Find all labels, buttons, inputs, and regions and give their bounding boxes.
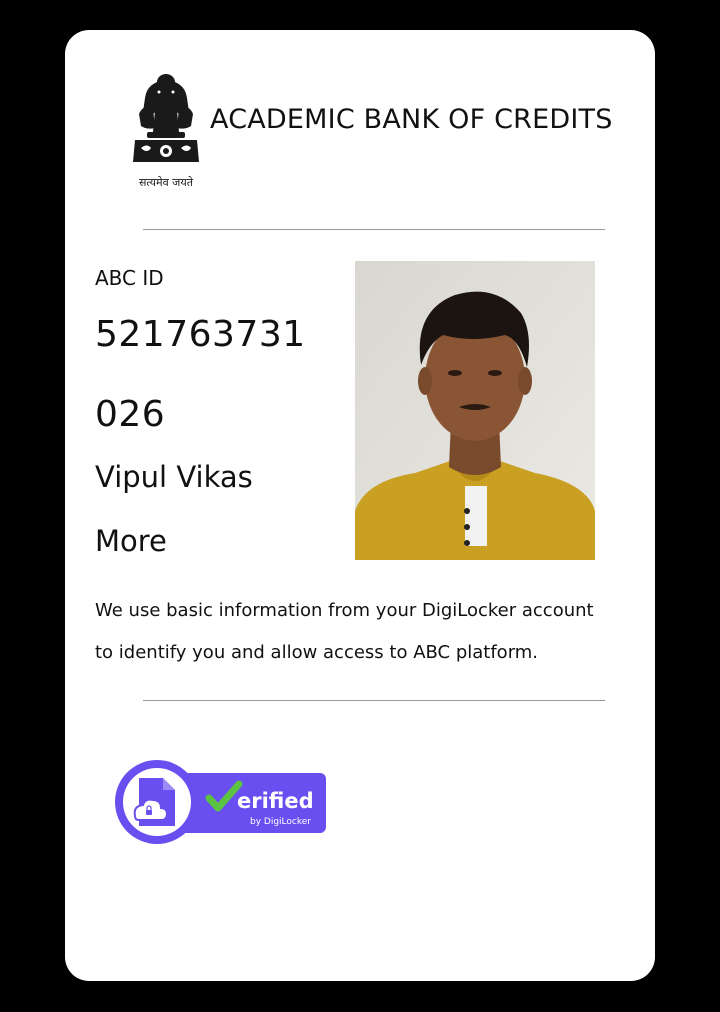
- digilocker-cloud-document-icon: [133, 778, 175, 826]
- abc-id-value-line-1: 521763731: [95, 314, 306, 355]
- info-line-1: We use basic information from your DigiL…: [95, 600, 594, 621]
- info-text: We use basic information from your DigiL…: [95, 590, 635, 674]
- abc-id-label: ABC ID: [95, 266, 164, 290]
- page-title: ACADEMIC BANK OF CREDITS: [210, 104, 613, 135]
- verified-text: erified: [237, 789, 314, 813]
- digilocker-text: by DigiLocker: [250, 817, 311, 827]
- national-emblem-icon: सत्यमेव जयते: [125, 68, 207, 194]
- info-line-2: to identify you and allow access to ABC …: [95, 642, 539, 663]
- holder-name-line-1: Vipul Vikas: [95, 460, 253, 494]
- divider-bottom: [143, 700, 605, 701]
- emblem-motto: सत्यमेव जयते: [139, 176, 194, 189]
- profile-photo: [355, 261, 595, 560]
- divider-top: [143, 229, 605, 230]
- abc-id-card: सत्यमेव जयते ACADEMIC BANK OF CREDITS AB…: [65, 30, 655, 981]
- verified-by-digilocker-badge: erified by DigiLocker: [115, 758, 327, 846]
- holder-name-line-2: More: [95, 524, 167, 558]
- abc-id-value-line-2: 026: [95, 394, 166, 435]
